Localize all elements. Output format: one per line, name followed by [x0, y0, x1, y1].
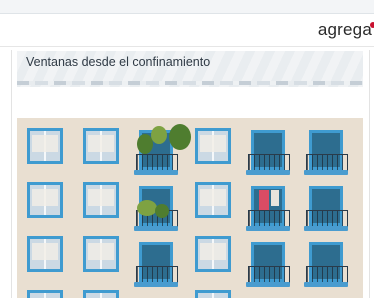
balcony-ledge — [304, 170, 348, 175]
right-divider — [369, 50, 370, 298]
brand-dot-icon — [370, 22, 374, 28]
brand-logo[interactable]: agrega — [318, 20, 372, 40]
banner-stripe — [17, 81, 363, 85]
window — [83, 290, 119, 298]
window — [195, 128, 231, 164]
window — [27, 236, 63, 272]
top-strip — [0, 0, 374, 14]
balcony-railing — [248, 210, 290, 227]
balcony-railing — [306, 154, 348, 171]
window — [27, 182, 63, 218]
balcony-ledge — [246, 226, 290, 231]
left-divider — [11, 50, 12, 298]
site-header: agrega — [0, 14, 374, 47]
balcony-railing — [136, 266, 178, 283]
window — [195, 290, 231, 298]
section-title: Ventanas desde el confinamiento — [26, 55, 211, 69]
balcony-railing — [248, 266, 290, 283]
window — [83, 182, 119, 218]
section-banner: Ventanas desde el confinamiento — [17, 51, 363, 87]
balcony-railing — [306, 210, 348, 227]
balcony-ledge — [134, 170, 178, 175]
window — [27, 128, 63, 164]
balcony-ledge — [304, 282, 348, 287]
hanging-laundry — [271, 190, 279, 206]
plant — [169, 124, 191, 150]
plant — [151, 126, 167, 144]
balcony-railing — [306, 266, 348, 283]
plant — [155, 204, 169, 218]
window — [27, 290, 63, 298]
building-facade-photo[interactable] — [17, 118, 363, 298]
balcony-ledge — [134, 226, 178, 231]
window — [83, 236, 119, 272]
window — [195, 182, 231, 218]
balcony-ledge — [134, 282, 178, 287]
balcony-railing — [136, 154, 178, 171]
balcony-ledge — [246, 282, 290, 287]
window — [195, 236, 231, 272]
window — [83, 128, 119, 164]
plant — [137, 200, 157, 216]
hanging-laundry — [259, 190, 269, 210]
balcony-railing — [248, 154, 290, 171]
balcony-ledge — [246, 170, 290, 175]
balcony-ledge — [304, 226, 348, 231]
